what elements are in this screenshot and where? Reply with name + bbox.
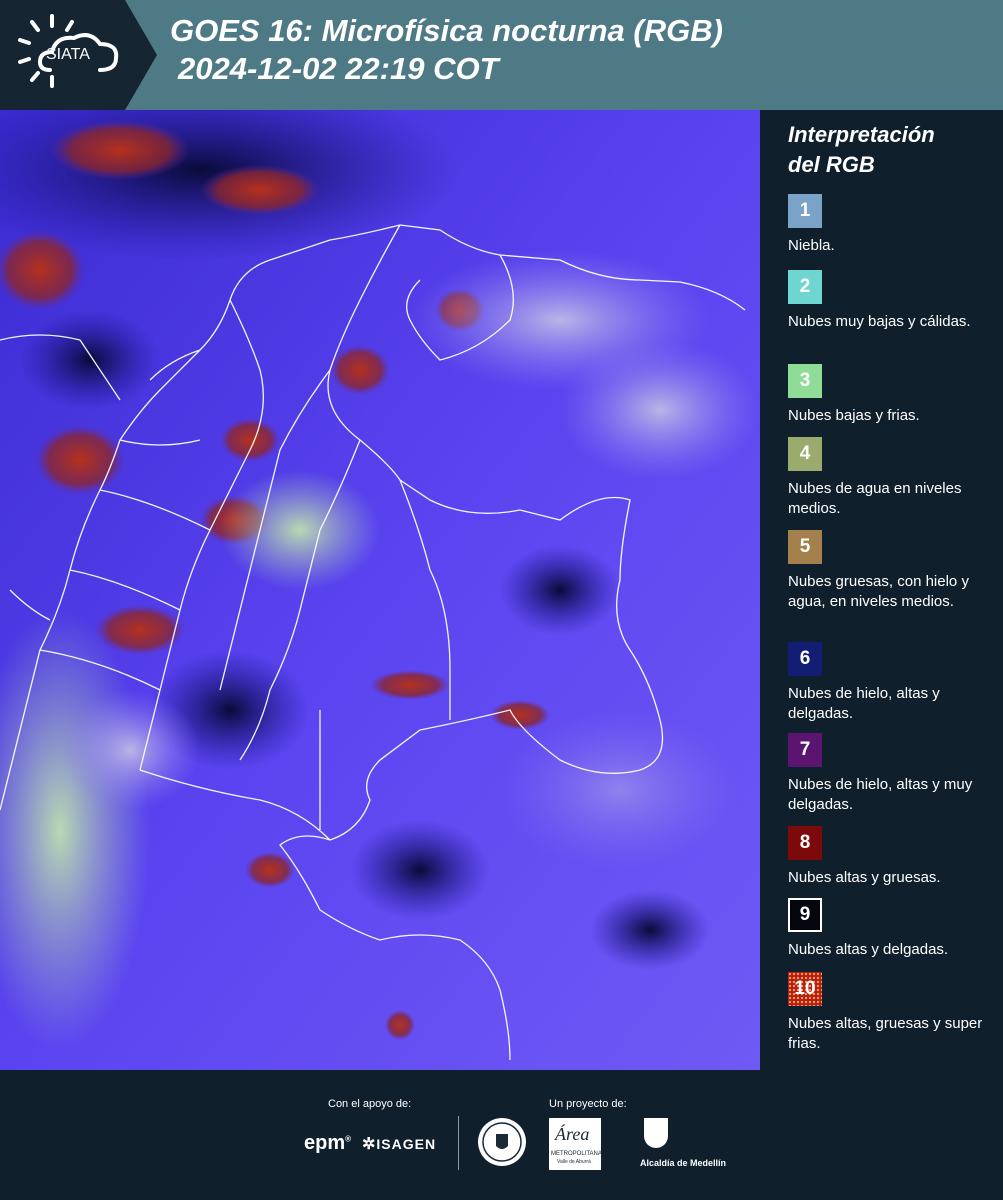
satellite-image xyxy=(0,110,760,1070)
legend-item-3: 3 Nubes bajas y frias. xyxy=(788,364,998,426)
legend-swatch: 8 xyxy=(788,826,822,860)
siata-logo: SIATA xyxy=(0,0,125,110)
legend-item-10: 10 Nubes altas, gruesas y super frias. xyxy=(788,972,998,1054)
legend-item-5: 5 Nubes gruesas, con hielo y agua, en ni… xyxy=(788,530,998,612)
legend-label: Nubes altas y gruesas. xyxy=(788,869,941,886)
area-metropolitana-logo: Área METROPOLITANA Valle de Aburrá xyxy=(549,1118,602,1170)
footer-divider xyxy=(458,1116,459,1170)
legend-label: Nubes de hielo, altas y delgadas. xyxy=(788,685,940,722)
satellite-map[interactable] xyxy=(0,110,760,1070)
siata-logo-text: SIATA xyxy=(46,46,90,63)
legend-item-1: 1 Niebla. xyxy=(788,194,998,256)
legend-swatch: 6 xyxy=(788,642,822,676)
rgb-legend: Interpretación del RGB 1 Niebla. 2 Nubes… xyxy=(760,110,1003,1070)
header-bar: SIATA GOES 16: Microfísica nocturna (RGB… xyxy=(0,0,1003,110)
area-logo-line2: Valle de Aburrá xyxy=(557,1159,591,1165)
legend-item-7: 7 Nubes de hielo, altas y muy delgadas. xyxy=(788,733,998,815)
legend-swatch: 10 xyxy=(788,972,822,1006)
legend-swatch: 7 xyxy=(788,733,822,767)
epm-logo: epm® xyxy=(304,1132,352,1154)
legend-item-8: 8 Nubes altas y gruesas. xyxy=(788,826,998,888)
area-logo-line1: METROPOLITANA xyxy=(551,1151,602,1157)
legend-item-2: 2 Nubes muy bajas y cálidas. xyxy=(788,270,998,332)
legend-label: Nubes gruesas, con hielo y agua, en nive… xyxy=(788,573,969,610)
legend-swatch: 4 xyxy=(788,437,822,471)
footer: Con el apoyo de: Un proyecto de: epm® ✲I… xyxy=(0,1070,1003,1200)
legend-label: Nubes de agua en niveles medios. xyxy=(788,480,962,517)
epm-logo-text: epm xyxy=(304,1132,346,1154)
legend-swatch: 1 xyxy=(788,194,822,228)
alcaldia-logo: Alcaldía de Medellín xyxy=(640,1118,726,1178)
legend-label: Nubes altas y delgadas. xyxy=(788,941,949,958)
legend-item-9: 9 Nubes altas y delgadas. xyxy=(788,898,998,960)
legend-item-4: 4 Nubes de agua en niveles medios. xyxy=(788,437,998,519)
title-line-2: 2024-12-02 22:19 COT xyxy=(178,51,499,86)
alcaldia-logo-text: Alcaldía de Medellín xyxy=(640,1158,727,1168)
alcaldia-shield-icon xyxy=(644,1118,668,1148)
legend-label: Niebla. xyxy=(788,237,835,254)
legend-label: Nubes de hielo, altas y muy delgadas. xyxy=(788,776,973,813)
legend-swatch: 3 xyxy=(788,364,822,398)
legend-label: Nubes muy bajas y cálidas. xyxy=(788,313,971,330)
logo-arrow xyxy=(125,0,157,110)
legend-swatch: 9 xyxy=(788,898,822,932)
legend-label: Nubes altas, gruesas y super frias. xyxy=(788,1015,983,1052)
legend-item-6: 6 Nubes de hielo, altas y delgadas. xyxy=(788,642,998,724)
support-label: Con el apoyo de: xyxy=(328,1098,412,1110)
legend-title-line-1: Interpretación xyxy=(788,122,935,147)
legend-swatch: 2 xyxy=(788,270,822,304)
seal-icon xyxy=(482,1122,522,1162)
legend-title: Interpretación del RGB xyxy=(788,120,935,180)
area-logo-glyph: Área xyxy=(555,1124,590,1144)
legend-label: Nubes bajas y frias. xyxy=(788,407,920,424)
legend-swatch: 5 xyxy=(788,530,822,564)
isagen-logo-text: ISAGEN xyxy=(376,1136,437,1152)
isagen-icon: ✲ xyxy=(362,1136,377,1153)
project-label: Un proyecto de: xyxy=(549,1098,627,1110)
page-title: GOES 16: Microfísica nocturna (RGB) 2024… xyxy=(170,12,723,88)
medellin-seal-logo xyxy=(478,1118,526,1166)
title-line-1: GOES 16: Microfísica nocturna (RGB) xyxy=(170,13,723,48)
legend-title-line-2: del RGB xyxy=(788,152,875,177)
isagen-logo: ✲ISAGEN xyxy=(362,1134,436,1154)
